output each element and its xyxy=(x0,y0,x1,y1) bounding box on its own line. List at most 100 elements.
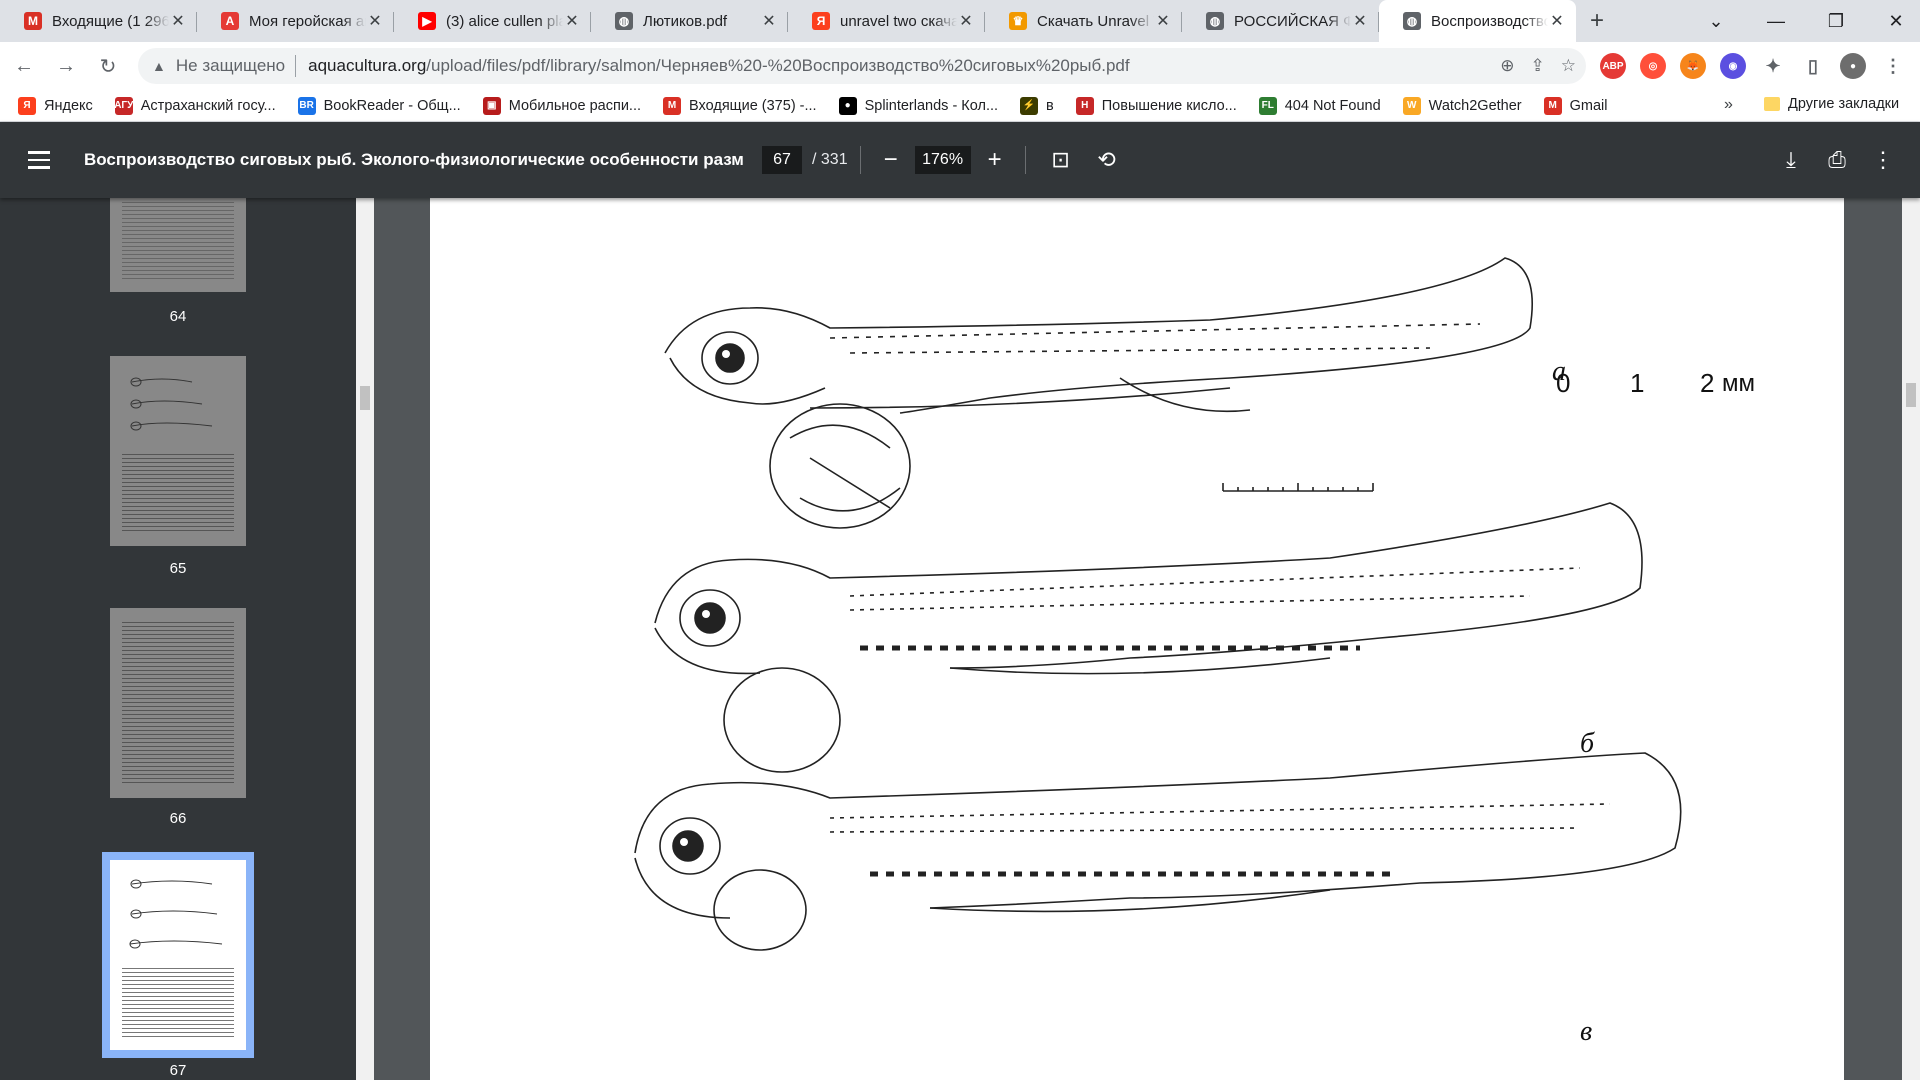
menu-kebab-icon[interactable]: ⋮ xyxy=(1880,53,1906,79)
bookmark-favicon-icon: ● xyxy=(838,96,857,115)
adblock-icon[interactable]: ABP xyxy=(1600,53,1626,79)
thumbnail-fish-drawing xyxy=(129,879,223,949)
thumbnail-fish-drawing xyxy=(130,377,213,431)
close-tab-icon[interactable]: ✕ xyxy=(1154,11,1172,31)
thumbnail-number: 67 xyxy=(169,1062,187,1079)
tab-search-icon[interactable]: ⌄ xyxy=(1686,0,1746,42)
thumbnail-page-67[interactable] xyxy=(102,852,254,1058)
close-window-button[interactable]: ✕ xyxy=(1866,0,1920,42)
tab-0[interactable]: M Входящие (1 296) ✕ xyxy=(0,0,197,42)
share-icon[interactable]: ⇪ xyxy=(1531,56,1545,76)
bookmark-label: в xyxy=(1046,97,1054,114)
bookmark-item[interactable]: АГУ Астраханский госу... xyxy=(114,96,276,115)
bookmark-item[interactable]: ⚡ в xyxy=(1020,96,1054,115)
anime-icon: A xyxy=(221,12,239,30)
bookmark-item[interactable]: FL 404 Not Found xyxy=(1258,96,1381,115)
rotate-icon[interactable]: ⟲ xyxy=(1084,147,1130,173)
page-number-input[interactable]: 67 xyxy=(762,146,802,174)
tab-3[interactable]: ◍ Лютиков.pdf ✕ xyxy=(591,0,788,42)
close-tab-icon[interactable]: ✕ xyxy=(1351,11,1369,31)
larva-c-drawing xyxy=(634,752,1682,951)
url-path: /upload/files/pdf/library/salmon/Черняев… xyxy=(426,56,1130,75)
tab-2[interactable]: ▶ (3) alice cullen playlist✕ xyxy=(394,0,591,42)
download-icon[interactable]: ⤓ xyxy=(1768,147,1814,173)
bookmark-favicon-icon: АГУ xyxy=(114,96,133,115)
minimize-button[interactable]: — xyxy=(1746,0,1806,42)
thumbnail-number: 66 xyxy=(169,810,187,827)
pdf-toolbar: Воспроизводство сиговых рыб. Эколого-физ… xyxy=(0,122,1920,198)
close-tab-icon[interactable]: ✕ xyxy=(563,11,581,31)
bookmark-item[interactable]: ▣ Мобильное распи... xyxy=(482,96,641,115)
bookmark-item[interactable]: ● Splinterlands - Кол... xyxy=(838,96,999,115)
tab-title: Моя геройская академия xyxy=(249,12,366,30)
new-tab-button[interactable]: + xyxy=(1576,0,1618,42)
browser-toolbar: ← → ↻ ▲ Не защищено aquacultura.org /upl… xyxy=(0,42,1920,90)
figure-label-b: б xyxy=(1580,728,1595,759)
scale-bar xyxy=(1222,483,1374,492)
bookmark-star-icon[interactable]: ☆ xyxy=(1561,56,1576,76)
extension-red-icon[interactable]: ◎ xyxy=(1640,53,1666,79)
bookmark-favicon-icon: M xyxy=(1543,96,1562,115)
toolbar-divider xyxy=(1024,146,1026,174)
not-secure-label[interactable]: Не защищено xyxy=(176,56,285,76)
tab-4[interactable]: Яunravel two скачать✕ xyxy=(788,0,985,42)
extension-purple-icon[interactable]: ◉ xyxy=(1720,53,1746,79)
reload-icon[interactable]: ↻ xyxy=(90,48,126,84)
close-tab-icon[interactable]: ✕ xyxy=(957,11,975,31)
zoom-in-button[interactable]: + xyxy=(977,146,1013,174)
bookmark-item[interactable]: BR BookReader - Общ... xyxy=(297,96,461,115)
pdf-page: 0 1 2 мм а б в xyxy=(430,198,1844,1080)
restore-button[interactable]: ❐ xyxy=(1806,0,1866,42)
crown-icon: ♛ xyxy=(1009,12,1027,30)
back-icon[interactable]: ← xyxy=(6,48,42,84)
zoom-out-button[interactable]: − xyxy=(873,146,909,174)
bookmark-item[interactable]: Я Яндекс xyxy=(18,96,93,115)
thumbnail-page-66[interactable] xyxy=(110,608,246,798)
more-options-icon[interactable]: ⋮ xyxy=(1860,147,1906,173)
close-tab-icon[interactable]: ✕ xyxy=(1548,11,1566,31)
larva-a-drawing xyxy=(664,257,1533,529)
bookmark-label: 404 Not Found xyxy=(1284,97,1381,114)
tab-7[interactable]: ◍ Воспроизводство сиговых✕ xyxy=(1379,0,1576,42)
bookmark-favicon-icon: W xyxy=(1402,96,1421,115)
other-bookmarks[interactable]: Другие закладки xyxy=(1764,96,1899,112)
fit-page-icon[interactable]: ⊡ xyxy=(1038,147,1084,173)
bookmarks-overflow[interactable]: » xyxy=(1724,96,1733,114)
close-tab-icon[interactable]: ✕ xyxy=(169,11,187,31)
bookmark-item[interactable]: H Повышение кисло... xyxy=(1075,96,1237,115)
page-scrollbar[interactable] xyxy=(1902,198,1920,1080)
page-scroll-thumb[interactable] xyxy=(1906,383,1916,407)
tab-title: (3) alice cullen playlist xyxy=(446,12,563,30)
bookmark-item[interactable]: W Watch2Gether xyxy=(1402,96,1522,115)
bookmark-label: Астраханский госу... xyxy=(140,97,276,114)
tab-strip: MВходящие (1 296)✕ A Моя геройская академи… xyxy=(0,0,1920,42)
bookmark-label: Входящие (375) -... xyxy=(689,97,817,114)
extensions-puzzle-icon[interactable]: ✦ xyxy=(1760,53,1786,79)
bookmark-item[interactable]: M Gmail xyxy=(1543,96,1608,115)
address-bar[interactable]: ▲ Не защищено aquacultura.org /upload/fi… xyxy=(138,48,1586,84)
print-icon[interactable]: ⎙ xyxy=(1814,147,1860,173)
sidebar-scroll-thumb[interactable] xyxy=(360,386,370,410)
side-panel-icon[interactable]: ▯ xyxy=(1800,53,1826,79)
avatar[interactable]: ● xyxy=(1840,53,1866,79)
tab-6[interactable]: ◍ РОССИЙСКАЯ ФЕДЕРАЦИЯ✕ xyxy=(1182,0,1379,42)
tab-1[interactable]: A Моя геройская академия✕ xyxy=(197,0,394,42)
bookmark-label: Splinterlands - Кол... xyxy=(864,97,999,114)
thumbnail-page-64[interactable] xyxy=(110,198,246,292)
bookmark-item[interactable]: M Входящие (375) -... xyxy=(663,96,817,115)
larva-b-drawing xyxy=(654,502,1643,773)
forward-icon[interactable]: → xyxy=(48,48,84,84)
gmail-icon: M xyxy=(24,12,42,30)
close-tab-icon[interactable]: ✕ xyxy=(760,11,778,31)
close-tab-icon[interactable]: ✕ xyxy=(366,11,384,31)
sidebar-toggle-icon[interactable] xyxy=(28,151,58,169)
other-bookmarks-label: Другие закладки xyxy=(1788,96,1900,112)
thumbnail-page-65[interactable] xyxy=(110,356,246,546)
tab-5[interactable]: ♛ Скачать Unravel Two✕ xyxy=(985,0,1182,42)
sidebar-scrollbar[interactable] xyxy=(356,198,374,1080)
zoom-icon[interactable]: ⊕ xyxy=(1500,56,1514,76)
zoom-level-input[interactable]: 176% xyxy=(914,146,971,174)
metamask-icon[interactable]: 🦊 xyxy=(1680,53,1706,79)
warning-icon[interactable]: ▲ xyxy=(152,58,166,74)
thumbnail-number: 64 xyxy=(169,308,187,325)
